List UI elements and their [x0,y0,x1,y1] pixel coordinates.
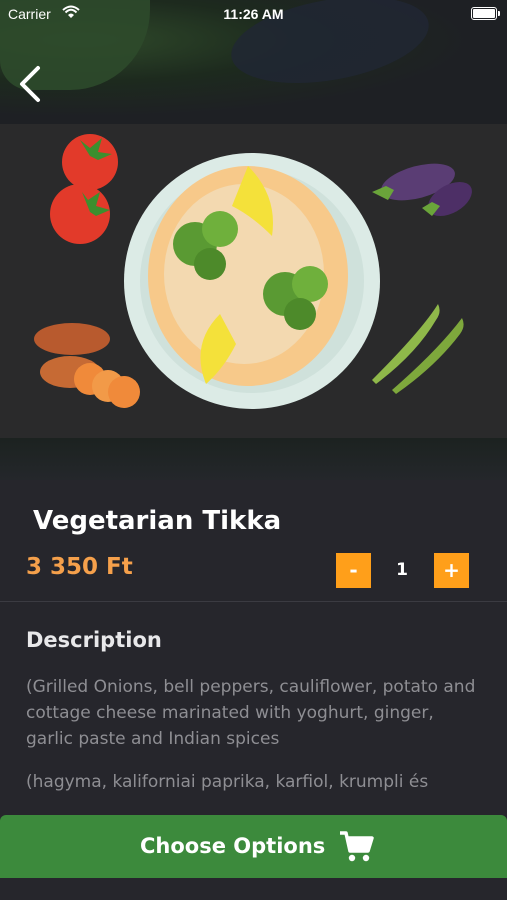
green-bean-icon [372,304,464,394]
food-illustration [0,124,507,438]
tomato-icon [50,134,118,244]
status-bar: Carrier 11:26 AM [0,0,507,28]
product-price: 3 350 Ft [26,554,133,580]
product-title: Vegetarian Tikka [33,506,282,536]
clock: 11:26 AM [223,6,284,22]
quantity-increase-button[interactable]: + [434,553,469,588]
hero-backdrop-bottom [0,438,507,480]
food-illustration-svg [34,134,472,409]
quantity-decrease-button[interactable]: - [336,553,371,588]
divider [0,601,507,602]
plate-icon [124,153,380,409]
sweet-potato-icon [34,323,140,408]
choose-options-label: Choose Options [140,834,326,858]
bottom-safe-area [0,878,507,900]
hero-image: Carrier 11:26 AM [0,0,507,480]
description-heading: Description [26,628,162,652]
quantity-value: 1 [396,560,408,580]
back-arrow-icon[interactable] [14,62,54,106]
description-text-hungarian: (hagyma, kaliforniai paprika, karfiol, k… [26,772,429,792]
eggplant-icon [372,163,472,217]
shopping-cart-icon [340,831,374,862]
choose-options-button[interactable]: Choose Options [0,815,507,878]
description-text: (Grilled Onions, bell peppers, cauliflow… [26,677,476,749]
battery-icon [471,7,500,20]
